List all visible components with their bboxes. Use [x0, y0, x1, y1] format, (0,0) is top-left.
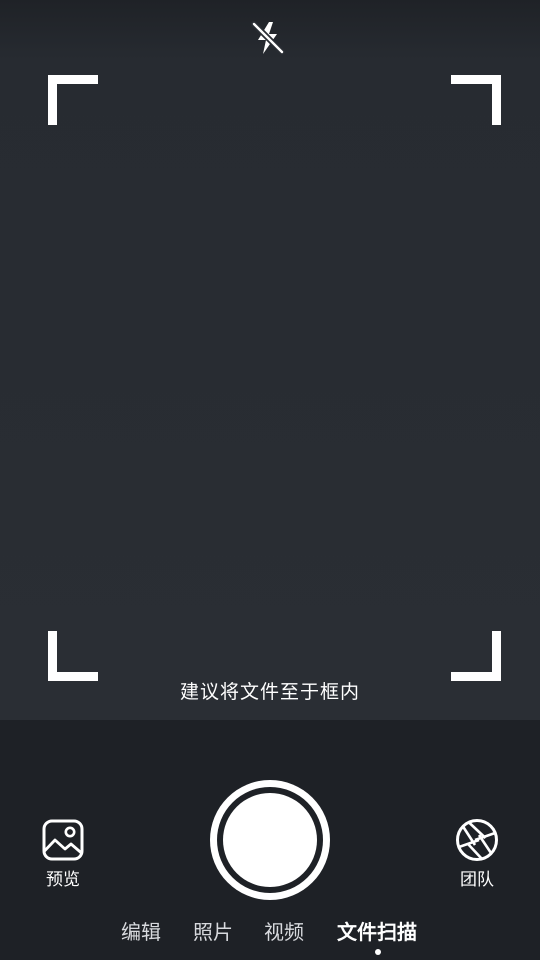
camera-controls-bar: 预览 团队 编辑 照片 视频 文件扫描 [0, 720, 540, 960]
preview-label: 预览 [46, 870, 80, 890]
shutter-core [223, 793, 317, 887]
gallery-image-icon [42, 819, 84, 861]
camera-mode-switcher: 编辑 照片 视频 文件扫描 [0, 916, 540, 946]
scan-hint-text: 建议将文件至于框内 [179, 681, 360, 703]
scan-frame-corner-top-left [48, 75, 98, 125]
mode-tab-document-scan[interactable]: 文件扫描 [337, 916, 417, 945]
shutter-button[interactable] [210, 780, 330, 900]
mode-tab-video[interactable]: 视频 [264, 916, 304, 945]
flash-off-icon [251, 21, 285, 55]
team-label: 团队 [460, 870, 494, 890]
camera-screen: 建议将文件至于框内 预览 团队 编辑 照片 视频 文件扫描 [0, 0, 540, 960]
flash-toggle-button[interactable] [248, 18, 288, 58]
aperture-icon [456, 819, 498, 861]
scan-frame-corner-bottom-left [48, 631, 98, 681]
preview-button[interactable]: 预览 [23, 818, 103, 890]
camera-viewfinder[interactable]: 建议将文件至于框内 [0, 0, 540, 720]
team-button[interactable]: 团队 [437, 818, 517, 890]
scan-frame-corner-top-right [451, 75, 501, 125]
mode-tab-photo[interactable]: 照片 [193, 916, 233, 945]
mode-tab-edit[interactable]: 编辑 [121, 916, 161, 945]
active-mode-indicator [375, 949, 381, 955]
scan-frame-corner-bottom-right [451, 631, 501, 681]
